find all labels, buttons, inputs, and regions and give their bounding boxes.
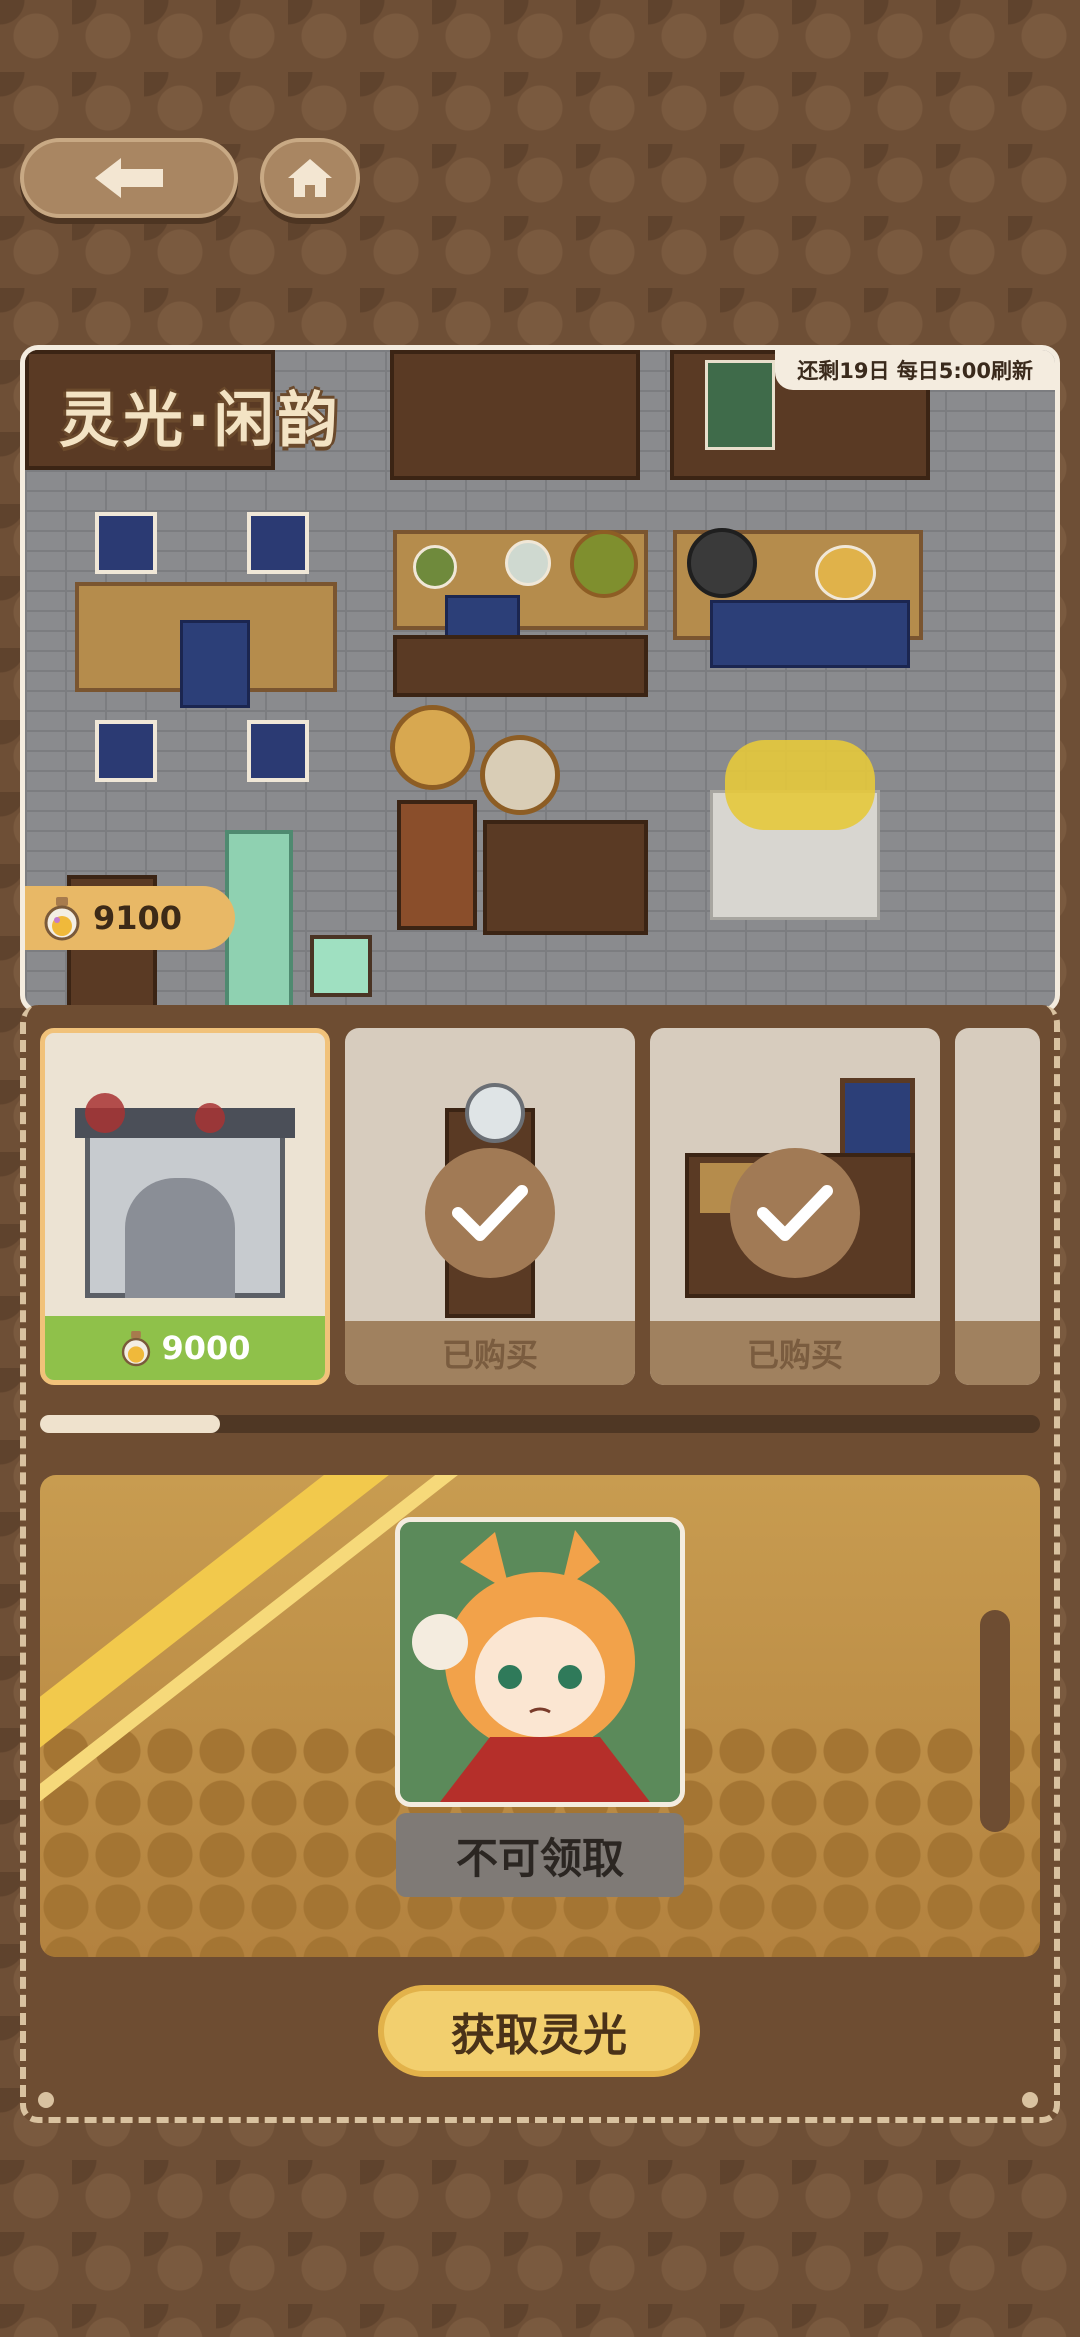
dish <box>570 530 638 598</box>
shop-item-card[interactable]: 已购买 <box>650 1028 940 1385</box>
yellow-blossoms <box>725 740 875 830</box>
steamer-basket <box>480 735 560 815</box>
dish <box>505 540 551 586</box>
table-cloth <box>710 600 910 668</box>
table-runner <box>180 620 250 708</box>
potion-bottle-icon <box>44 897 80 941</box>
purchased-check-icon <box>730 1148 860 1278</box>
get-lingguang-button[interactable]: 获取灵光 <box>378 1985 700 2077</box>
item-image <box>45 1033 325 1323</box>
home-button[interactable] <box>260 138 360 218</box>
shop-item-card-partial[interactable] <box>955 1028 1040 1385</box>
item-status: 已购买 <box>650 1321 940 1385</box>
item-price: 9000 <box>45 1316 325 1380</box>
shop-item-card[interactable]: 9000 <box>40 1028 330 1385</box>
back-button[interactable] <box>20 138 238 218</box>
fox-eared-girl-avatar <box>395 1517 685 1807</box>
dish <box>815 545 876 601</box>
dish <box>413 545 457 589</box>
item-price-value: 9000 <box>161 1329 251 1367</box>
item-status <box>955 1321 1040 1385</box>
panel-rivet <box>1022 2092 1038 2108</box>
panel-rivet <box>38 2092 54 2108</box>
refresh-timer-badge: 还剩19日 每日5:00刷新 <box>775 350 1055 390</box>
shop-item-card[interactable]: 已购买 <box>345 1028 635 1385</box>
reward-scroll-handle[interactable] <box>980 1610 1010 1832</box>
side-stool <box>310 935 372 997</box>
cabinet <box>390 350 640 480</box>
item-status: 已购买 <box>345 1321 635 1385</box>
potion-bottle-icon <box>122 1331 151 1367</box>
item-image <box>345 1028 635 1318</box>
stool <box>95 512 157 574</box>
zither-stand <box>225 830 293 1008</box>
stool <box>247 720 309 782</box>
stove <box>397 800 477 930</box>
pot <box>687 528 757 598</box>
claim-reward-button[interactable]: 不可领取 <box>396 1813 684 1897</box>
green-banner <box>705 360 775 450</box>
item-image <box>650 1028 940 1318</box>
cabinet <box>483 820 648 935</box>
currency-amount: 9100 <box>93 899 183 937</box>
purchased-check-icon <box>425 1148 555 1278</box>
stool <box>95 720 157 782</box>
steamer-basket <box>390 705 475 790</box>
scene-title: 灵光·闲韵 <box>59 386 342 456</box>
cabinet <box>393 635 648 697</box>
arrow-left-icon <box>95 158 163 198</box>
currency-balance: 9100 <box>25 886 235 950</box>
items-scrollbar-thumb[interactable] <box>40 1415 220 1433</box>
scene-preview: 灵光·闲韵 还剩19日 每日5:00刷新 9100 <box>20 345 1060 1013</box>
home-icon <box>288 159 332 197</box>
stool <box>247 512 309 574</box>
